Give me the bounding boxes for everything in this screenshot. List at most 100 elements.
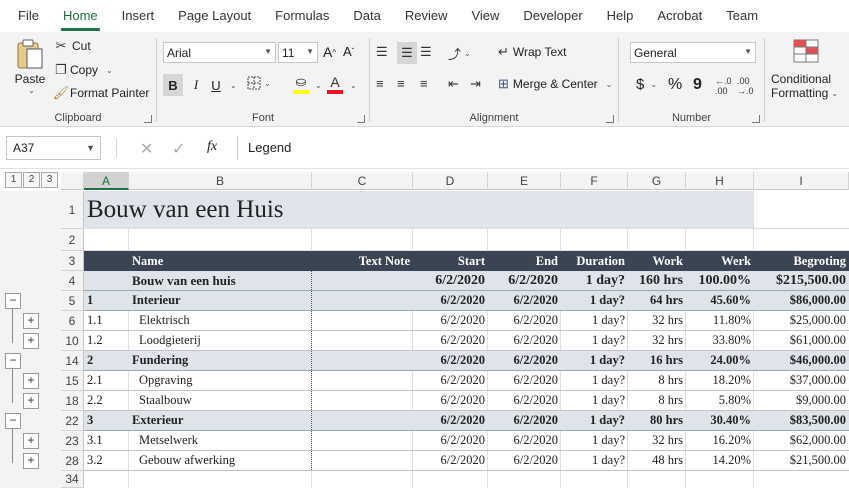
task-name[interactable]: Metselwerk	[129, 431, 312, 450]
column-header-h[interactable]: H	[686, 172, 754, 190]
underline-dropdown-icon[interactable]: ⌄	[230, 81, 237, 90]
menu-page-layout[interactable]: Page Layout	[166, 0, 263, 32]
task-work[interactable]: 64 hrs	[628, 291, 686, 310]
underline-button[interactable]: U	[207, 74, 225, 96]
task-name[interactable]: Opgraving	[129, 371, 312, 390]
increase-indent-button[interactable]: ⇥	[470, 76, 481, 92]
task-end[interactable]: 6/2/2020	[488, 291, 561, 310]
font-color-dropdown-icon[interactable]: ⌄	[350, 81, 357, 90]
task-work[interactable]: 48 hrs	[628, 451, 686, 470]
decrease-indent-button[interactable]: ⇤	[448, 76, 459, 92]
font-name-select[interactable]: Arial ▼	[163, 42, 276, 63]
currency-button[interactable]: $ ⌄	[636, 76, 657, 93]
task-duration[interactable]: 1 day?	[561, 451, 628, 470]
insert-function-button[interactable]: fx	[207, 139, 217, 155]
expand-group-button[interactable]: +	[23, 393, 39, 409]
sheet-title[interactable]: Bouw van een Huis	[84, 191, 753, 229]
task-duration[interactable]: 1 day?	[561, 431, 628, 450]
menu-review[interactable]: Review	[393, 0, 460, 32]
task-work[interactable]: 80 hrs	[628, 411, 686, 430]
task-name[interactable]: Fundering	[129, 351, 312, 370]
task-begroting[interactable]: $86,000.00	[754, 291, 849, 310]
row-header[interactable]: 23	[61, 431, 84, 451]
task-start[interactable]: 6/2/2020	[413, 371, 488, 390]
row-header[interactable]: 2	[61, 229, 84, 251]
task-begroting[interactable]: $61,000.00	[754, 331, 849, 350]
fill-color-button[interactable]: ⛀	[293, 74, 309, 94]
task-name[interactable]: Loodgieterij	[129, 331, 312, 350]
menu-data[interactable]: Data	[341, 0, 392, 32]
shrink-font-button[interactable]: Aˇ	[343, 44, 354, 59]
header-text-note[interactable]: Text Note	[312, 251, 413, 271]
expand-group-button[interactable]: +	[23, 313, 39, 329]
task-werk[interactable]: 33.80%	[686, 331, 754, 350]
menu-insert[interactable]: Insert	[110, 0, 167, 32]
task-end[interactable]: 6/2/2020	[488, 371, 561, 390]
row-header[interactable]: 14	[61, 351, 84, 371]
header-end[interactable]: End	[488, 251, 561, 271]
row-header[interactable]: 3	[61, 251, 84, 271]
task-name[interactable]: Interieur	[129, 291, 312, 310]
bold-button[interactable]: B	[163, 74, 183, 96]
expand-group-button[interactable]: +	[23, 373, 39, 389]
task-begroting[interactable]: $21,500.00	[754, 451, 849, 470]
confirm-entry-button[interactable]: ✓	[172, 139, 185, 159]
column-header-f[interactable]: F	[561, 172, 628, 190]
task-id[interactable]: 1	[84, 291, 129, 310]
task-work[interactable]: 32 hrs	[628, 331, 686, 350]
grow-font-button[interactable]: A ^	[323, 44, 336, 60]
header-start[interactable]: Start	[413, 251, 488, 271]
task-end[interactable]: 6/2/2020	[488, 311, 561, 330]
font-launcher-icon[interactable]	[357, 115, 365, 123]
task-werk[interactable]: 11.80%	[686, 311, 754, 330]
task-end[interactable]: 6/2/2020	[488, 411, 561, 430]
task-werk[interactable]: 16.20%	[686, 431, 754, 450]
menu-view[interactable]: View	[459, 0, 511, 32]
outline-level-3-button[interactable]: 3	[41, 172, 58, 188]
header-work[interactable]: Work	[628, 251, 686, 271]
header-begroting[interactable]: Begroting	[754, 251, 849, 271]
task-werk[interactable]: 18.20%	[686, 371, 754, 390]
task-end[interactable]: 6/2/2020	[488, 351, 561, 370]
task-duration[interactable]: 1 day?	[561, 411, 628, 430]
task-id[interactable]: 1.1	[84, 311, 129, 330]
row-header[interactable]: 15	[61, 371, 84, 391]
menu-help[interactable]: Help	[595, 0, 646, 32]
task-begroting[interactable]: $37,000.00	[754, 371, 849, 390]
comma-style-button[interactable]: 9	[693, 76, 702, 94]
task-begroting[interactable]: $83,500.00	[754, 411, 849, 430]
column-header-a[interactable]: A	[84, 172, 129, 190]
task-werk[interactable]: 24.00%	[686, 351, 754, 370]
task-work[interactable]: 160 hrs	[628, 271, 686, 290]
top-align-button[interactable]: ☰	[376, 44, 388, 60]
middle-align-button[interactable]: ☰	[397, 42, 417, 64]
task-start[interactable]: 6/2/2020	[413, 271, 488, 290]
outline-level-1-button[interactable]: 1	[5, 172, 22, 188]
expand-group-button[interactable]: +	[23, 333, 39, 349]
collapse-group-button[interactable]: −	[5, 413, 21, 429]
row-header[interactable]: 5	[61, 291, 84, 311]
task-id[interactable]: 2.1	[84, 371, 129, 390]
task-end[interactable]: 6/2/2020	[488, 331, 561, 350]
paste-dropdown-icon[interactable]: ⌄	[28, 86, 35, 95]
task-name[interactable]: Bouw van een huis	[129, 271, 312, 290]
task-work[interactable]: 32 hrs	[628, 311, 686, 330]
task-begroting[interactable]: $25,000.00	[754, 311, 849, 330]
task-duration[interactable]: 1 day?	[561, 331, 628, 350]
task-werk[interactable]: 45.60%	[686, 291, 754, 310]
percent-button[interactable]: %	[668, 76, 682, 94]
row-header[interactable]: 34	[61, 471, 84, 488]
menu-file[interactable]: File	[0, 0, 51, 32]
borders-button[interactable]: ⌄	[247, 76, 271, 90]
expand-group-button[interactable]: +	[23, 453, 39, 469]
task-work[interactable]: 8 hrs	[628, 391, 686, 410]
column-header-i[interactable]: I	[754, 172, 849, 190]
bottom-align-button[interactable]: ☰	[420, 44, 432, 60]
task-start[interactable]: 6/2/2020	[413, 431, 488, 450]
column-header-c[interactable]: C	[312, 172, 413, 190]
align-right-button[interactable]: ≡	[420, 76, 428, 91]
format-painter-button[interactable]: 🖌 Format Painter	[53, 85, 150, 101]
task-work[interactable]: 16 hrs	[628, 351, 686, 370]
column-header-e[interactable]: E	[488, 172, 561, 190]
increase-decimal-button[interactable]: ←.0.00	[715, 76, 732, 96]
